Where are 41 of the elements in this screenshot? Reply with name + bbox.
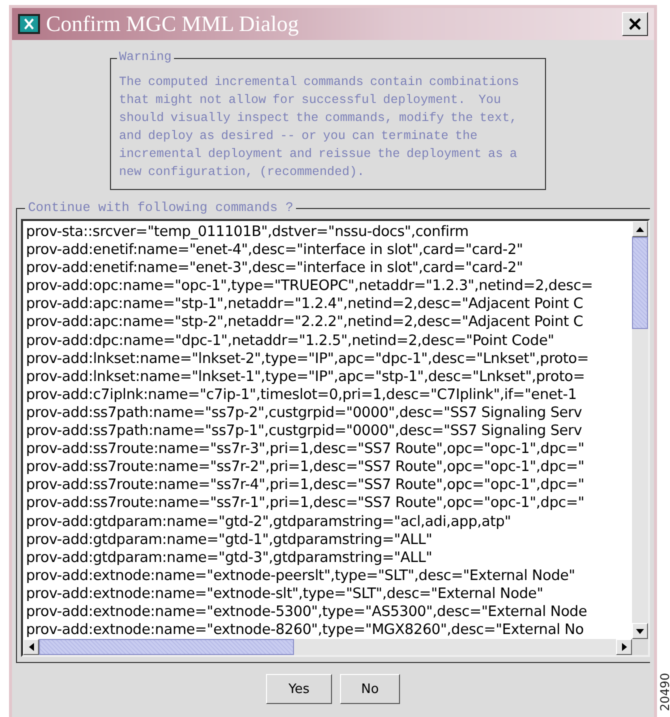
commands-legend: Continue with following commands ? <box>25 200 296 215</box>
command-line: prov-add:ss7route:name="ss7r-3",pri=1,desc="SS7 Route",opc="opc-1",dpc=" <box>26 440 584 458</box>
warning-message: The computed incremental commands contain combinations that might not allow for successful deployment. You should visually inspect the commands, modify the text, and deploy as desired -- or you can terminate the incremental deployment and reissue the deployment as a new configuration, (recommended). <box>119 74 520 181</box>
command-line: prov-add:c7iplnk:name="c7ip-1",timeslot=0,pri=1,desc="C7Iplink",if="enet-1 <box>26 386 577 404</box>
command-line: prov-add:extnode:name="extnode-8260",type="MGX8260",desc="External No <box>26 621 584 639</box>
vertical-scrollbar[interactable] <box>632 221 648 639</box>
close-button[interactable] <box>622 12 648 36</box>
command-line: prov-add:extnode:name="extnode-slt",type="SLT",desc="External Node" <box>26 584 544 603</box>
command-line: prov-add:dpc:name="dpc-1",netaddr="1.2.5",netind=2,desc="Point Code" <box>26 332 554 350</box>
x-logo-icon <box>18 14 40 34</box>
scroll-thumb[interactable] <box>39 639 294 655</box>
command-line: prov-add:ss7route:name="ss7r-2",pri=1,desc="SS7 Route",opc="opc-1",dpc=" <box>26 458 584 476</box>
command-line: prov-add:ss7route:name="ss7r-1",pri=1,desc="SS7 Route",opc="opc-1",dpc=" <box>26 494 584 512</box>
scroll-up-icon[interactable] <box>632 221 648 237</box>
close-icon <box>628 17 642 31</box>
command-line: prov-sta::srcver="temp_011101B",dstver="nssu-docs",confirm <box>26 223 469 242</box>
dialog-button[interactable]: Yes <box>266 674 332 704</box>
scroll-left-icon[interactable] <box>23 639 39 655</box>
command-line: prov-add:gtdparam:name="gtd-1",gtdparamstring="ALL" <box>26 530 432 549</box>
command-line: prov-add:enetif:name="enet-4",desc="interface in slot",card="card-2" <box>26 241 523 260</box>
window-title: Confirm MGC MML Dialog <box>46 11 300 37</box>
command-line: prov-add:apc:name="stp-1",netaddr="1.2.4",netind=2,desc="Adjacent Point C <box>26 295 584 314</box>
command-line: prov-add:ss7path:name="ss7p-2",custgrpid="0000",desc="SS7 Signaling Serv <box>26 404 582 422</box>
horizontal-scrollbar[interactable] <box>23 639 632 655</box>
command-line: prov-add:lnkset:name="lnkset-1",type="IP",apc="stp-1",desc="Lnkset",proto= <box>26 368 585 386</box>
scroll-right-icon[interactable] <box>616 639 632 655</box>
command-line: prov-add:extnode:name="extnode-5300",type="AS5300",desc="External Node <box>26 602 588 622</box>
warning-legend: Warning <box>117 50 174 64</box>
command-line: prov-add:enetif:name="enet-3",desc="interface in slot",card="card-2" <box>26 259 523 278</box>
command-line: prov-add:ss7route:name="ss7r-4",pri=1,desc="SS7 Route",opc="opc-1",dpc=" <box>26 476 584 494</box>
command-line: prov-add:lnkset:name="lnkset-2",type="IP",apc="dpc-1",desc="Lnkset",proto= <box>26 350 589 368</box>
scroll-thumb[interactable] <box>632 237 648 329</box>
command-line: prov-add:ss7path:name="ss7p-1",custgrpid="0000",desc="SS7 Signaling Serv <box>26 422 582 440</box>
command-line: prov-add:gtdparam:name="gtd-3",gtdparamstring="ALL" <box>26 548 432 567</box>
figure-number: 20490 <box>658 672 670 712</box>
command-line: prov-add:apc:name="stp-2",netaddr="2.2.2",netind=2,desc="Adjacent Point C <box>26 313 584 332</box>
dialog-button[interactable]: No <box>340 674 400 704</box>
command-line: prov-add:gtdparam:name="gtd-2",gtdparamstring="acl,adi,app,atp" <box>26 512 511 531</box>
scroll-down-icon[interactable] <box>632 623 648 639</box>
command-line: prov-add:extnode:name="extnode-peerslt",type="SLT",desc="External Node" <box>26 566 576 585</box>
command-line: prov-add:opc:name="opc-1",type="TRUEOPC",netaddr="1.2.3",netind=2,desc= <box>26 277 593 296</box>
